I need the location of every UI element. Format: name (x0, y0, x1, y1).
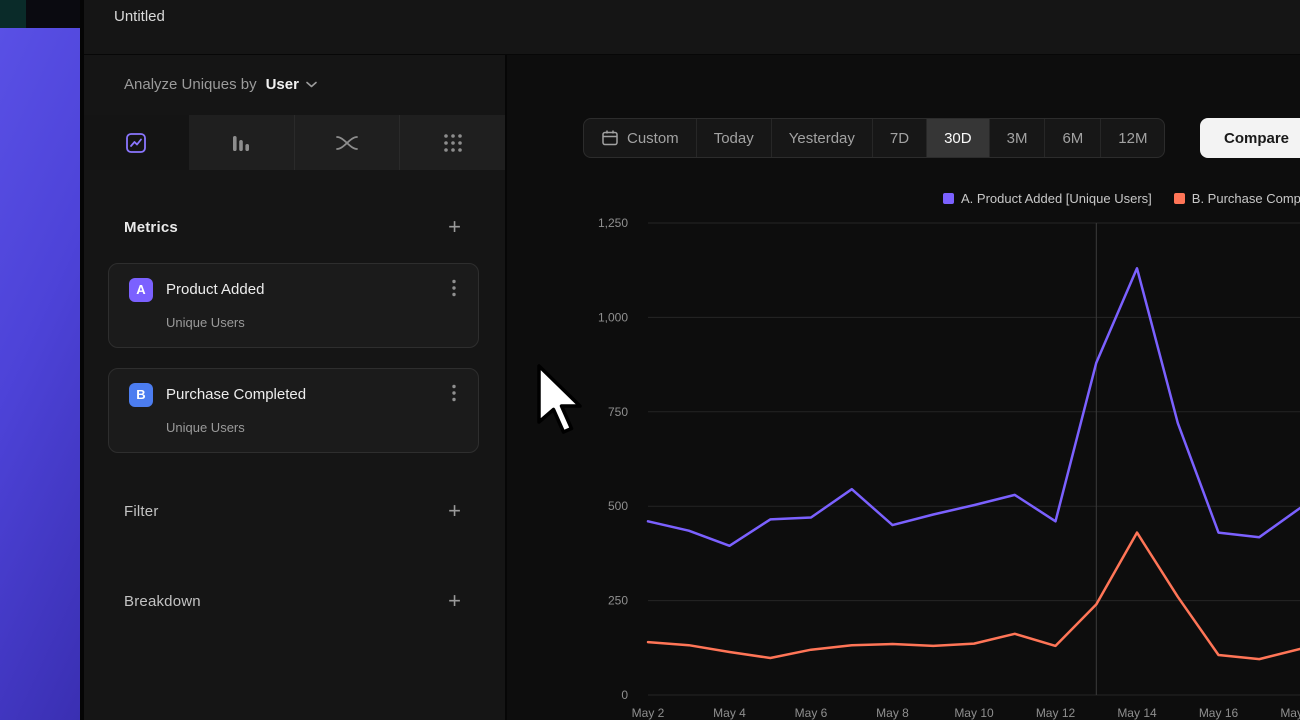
tab-flows[interactable] (294, 115, 400, 170)
legend-label-a: A. Product Added [Unique Users] (961, 191, 1152, 206)
add-breakdown-button[interactable]: + (448, 590, 461, 612)
add-filter-button[interactable]: + (448, 500, 461, 522)
svg-text:May 16: May 16 (1199, 706, 1239, 720)
filter-heading: Filter (124, 503, 159, 520)
metric-card-b-title: Purchase Completed (166, 386, 433, 403)
metric-card-a-subtitle[interactable]: Unique Users (166, 315, 462, 330)
svg-text:May 14: May 14 (1117, 706, 1157, 720)
query-builder-sidebar: Analyze Uniques by User (84, 55, 507, 720)
metric-card-b-subtitle[interactable]: Unique Users (166, 420, 462, 435)
svg-text:500: 500 (608, 499, 628, 513)
range-button-3m[interactable]: 3M (989, 119, 1045, 157)
svg-text:May 18: May 18 (1280, 706, 1300, 720)
tab-retention[interactable] (399, 115, 505, 170)
range-button-7d[interactable]: 7D (872, 119, 926, 157)
svg-text:May 2: May 2 (632, 706, 665, 720)
flows-icon (335, 133, 359, 153)
range-button-6m[interactable]: 6M (1044, 119, 1100, 157)
metric-card-b-menu-button[interactable] (446, 382, 462, 407)
calendar-icon (601, 129, 619, 147)
svg-text:0: 0 (621, 688, 628, 702)
chart-legend: A. Product Added [Unique Users] B. Purch… (943, 191, 1300, 206)
analyze-label: Analyze Uniques by (124, 76, 257, 93)
svg-text:250: 250 (608, 594, 628, 608)
corner-accent (0, 0, 26, 28)
svg-text:May 4: May 4 (713, 706, 746, 720)
legend-label-b: B. Purchase Completed [Unique Users] (1192, 191, 1300, 206)
analyze-row: Analyze Uniques by User (84, 55, 505, 113)
svg-text:May 10: May 10 (954, 706, 994, 720)
svg-text:May 6: May 6 (795, 706, 828, 720)
app-root: Untitled Analyze Uniques by User (0, 0, 1300, 720)
compare-button[interactable]: Compare (1200, 118, 1300, 158)
analyze-entity-value: User (266, 76, 299, 93)
legend-swatch-a (943, 193, 954, 204)
range-button-12m[interactable]: 12M (1100, 119, 1164, 157)
range-button-yesterday[interactable]: Yesterday (771, 119, 872, 157)
visualization-tabs (84, 115, 505, 170)
metric-card-b[interactable]: B Purchase Completed Unique Users (108, 368, 479, 453)
bar-chart-icon (230, 132, 252, 154)
metric-card-a-title: Product Added (166, 281, 433, 298)
report-title[interactable]: Untitled (114, 8, 165, 25)
date-range-group: CustomTodayYesterday7D30D3M6M12M (583, 118, 1165, 158)
kebab-menu-icon (452, 384, 456, 402)
legend-item-b[interactable]: B. Purchase Completed [Unique Users] (1174, 191, 1300, 206)
filter-section-header: Filter + (84, 496, 505, 526)
legend-swatch-b (1174, 193, 1185, 204)
metric-card-a-menu-button[interactable] (446, 277, 462, 302)
svg-text:1,000: 1,000 (598, 310, 628, 324)
top-bar: Untitled (84, 0, 1300, 55)
corner-dark (26, 0, 80, 28)
range-button-custom[interactable]: Custom (584, 119, 696, 157)
line-chart-icon (125, 132, 147, 154)
metrics-heading: Metrics (124, 219, 178, 236)
metric-card-b-row: B Purchase Completed (129, 382, 462, 407)
metric-card-a-row: A Product Added (129, 277, 462, 302)
tab-insights[interactable] (84, 115, 189, 170)
range-button-today[interactable]: Today (696, 119, 771, 157)
svg-text:May 8: May 8 (876, 706, 909, 720)
metric-badge-a: A (129, 278, 153, 302)
left-gradient-strip (0, 0, 80, 720)
dots-grid-icon (442, 132, 464, 154)
range-button-30d[interactable]: 30D (926, 119, 989, 157)
analyze-entity-dropdown[interactable]: User (266, 76, 317, 93)
chart-panel: 0 250 500 750 1,000 1,250 May 2 May 4 May 6 May 8… (507, 55, 1300, 720)
metric-badge-b: B (129, 383, 153, 407)
svg-text:1,250: 1,250 (598, 216, 628, 230)
svg-text:750: 750 (608, 405, 628, 419)
svg-text:May 12: May 12 (1036, 706, 1076, 720)
breakdown-section-header: Breakdown + (84, 586, 505, 616)
kebab-menu-icon (452, 279, 456, 297)
legend-item-a[interactable]: A. Product Added [Unique Users] (943, 191, 1152, 206)
metrics-section-header: Metrics + (84, 212, 505, 242)
chevron-down-icon (306, 81, 317, 88)
tab-funnels[interactable] (189, 115, 294, 170)
metric-card-a[interactable]: A Product Added Unique Users (108, 263, 479, 348)
breakdown-heading: Breakdown (124, 593, 201, 610)
add-metric-button[interactable]: + (448, 216, 461, 238)
